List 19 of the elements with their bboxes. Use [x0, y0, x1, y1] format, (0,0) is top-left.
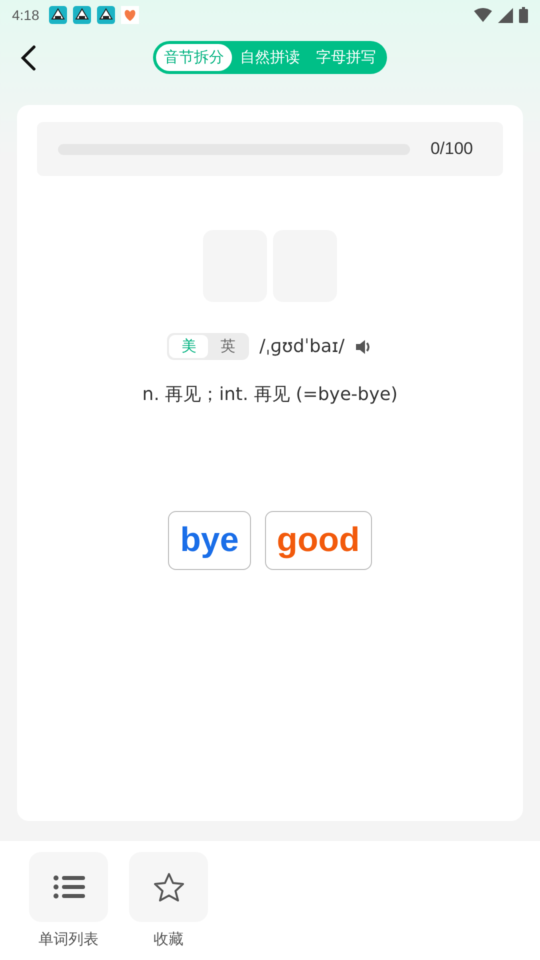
mode-tab[interactable]: 自然拼读: [232, 44, 308, 71]
definition-text: n. 再见；int. 再见 (=bye-bye): [142, 383, 398, 406]
battery-icon: [519, 7, 528, 23]
syllable-choice[interactable]: good: [264, 511, 372, 570]
wifi-icon: [474, 8, 492, 22]
status-time: 4:18: [12, 7, 40, 23]
progress-reading: 0/100: [430, 139, 473, 159]
syllable-choice[interactable]: bye: [168, 511, 251, 570]
accent-option[interactable]: 美: [169, 335, 208, 358]
signal-icon: [498, 8, 513, 22]
accent-option[interactable]: 英: [208, 335, 248, 358]
star-icon: [152, 872, 184, 902]
app-icon: [49, 6, 68, 24]
list-icon: [52, 874, 84, 900]
mode-tab[interactable]: 音节拆分: [156, 44, 232, 71]
mode-tab[interactable]: 字母拼写: [308, 44, 384, 71]
app-icon: [97, 6, 116, 24]
phonetic-text: /ˌɡʊdˈbaɪ/: [259, 336, 345, 357]
app-icon: [73, 6, 92, 24]
